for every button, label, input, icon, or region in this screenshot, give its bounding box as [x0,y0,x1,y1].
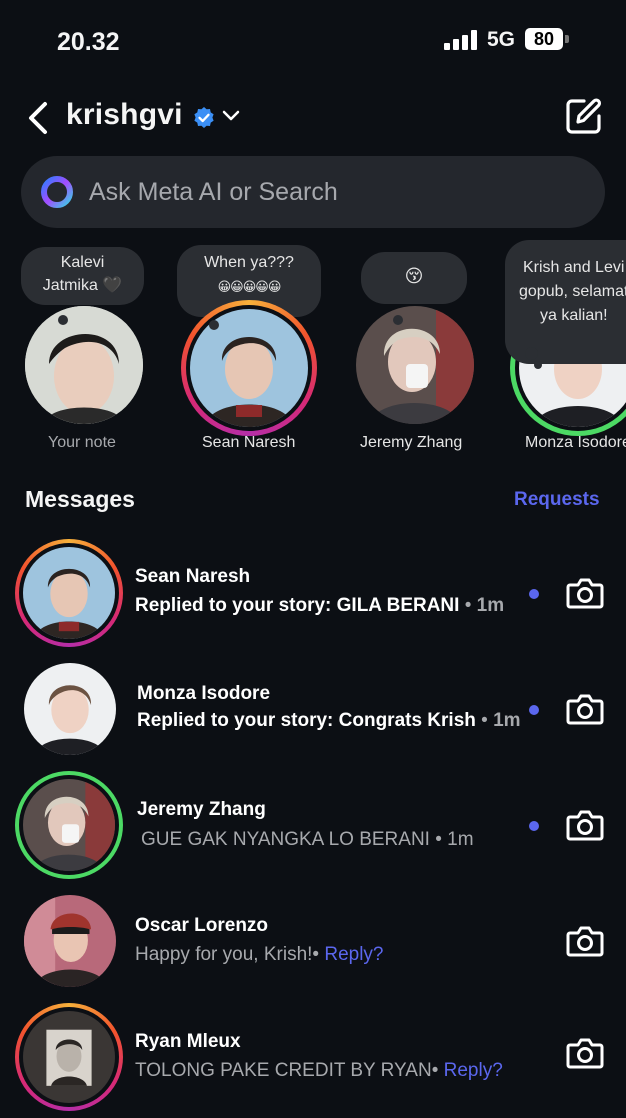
unread-dot [529,821,539,831]
thread-preview: GUE GAK NYANGKA LO BERANI • 1m [141,829,474,850]
avatar-photo [23,1011,115,1103]
thread-name: Jeremy Zhang [137,799,266,820]
avatar [23,547,115,639]
note-name: Jeremy Zhang [360,434,463,451]
avatar-photo [356,306,474,424]
avatar-photo [24,663,116,755]
note-bubble-tail [393,315,403,325]
note-bubble[interactable]: Krish and Levi gopub, selamat ya kalian! [505,240,626,364]
messages-heading: Messages [25,486,135,512]
avatar-photo [25,306,143,424]
thread-name: Sean Naresh [135,566,251,587]
avatar-photo [24,895,116,987]
note-bubble[interactable]: 😚 [361,252,467,304]
status-bar: 20.32 5G 80 [0,0,626,80]
avatar-photo [23,547,115,639]
thread-preview: Happy for you, Krish!• Reply? [135,944,384,965]
note-bubble-tail [534,361,542,369]
camera-icon[interactable] [566,692,604,726]
note-name: Monza Isodore [525,434,626,451]
battery-icon: 80 [525,28,563,50]
note-bubble-tail [525,347,538,360]
requests-link[interactable]: Requests [514,489,600,511]
avatar[interactable] [25,306,143,424]
search-input[interactable]: Ask Meta AI or Search [89,178,338,207]
reply-link[interactable]: Reply? [444,1060,503,1081]
note-bubble[interactable]: Kalevi Jatmika 🖤 [21,247,144,305]
thread-preview: Replied to your story: GILA BERANI • 1m [135,595,505,616]
thread-name: Ryan Mleux [135,1031,241,1052]
avatar [23,779,115,871]
thread-preview: Replied to your story: Congrats Krish • … [137,710,521,731]
note-bubble-tail [209,320,219,330]
camera-icon[interactable] [566,808,604,842]
camera-icon[interactable] [566,924,604,958]
note-bubble-tail [58,315,68,325]
network-type: 5G [487,28,516,51]
unread-dot [529,705,539,715]
camera-icon[interactable] [566,576,604,610]
avatar-photo [23,779,115,871]
avatar [23,1011,115,1103]
chevron-down-icon[interactable] [222,109,240,123]
avatar [24,895,116,987]
thread-name: Oscar Lorenzo [135,915,269,936]
compose-icon[interactable] [564,96,604,136]
thread-preview: TOLONG PAKE CREDIT BY RYAN• Reply? [135,1060,503,1081]
status-time: 20.32 [57,28,120,56]
unread-dot [529,589,539,599]
signal-icon [444,30,478,50]
avatar[interactable] [190,309,308,427]
avatar [24,663,116,755]
avatar-photo [190,309,308,427]
camera-icon[interactable] [566,1036,604,1070]
thread-name: Monza Isodore [137,683,271,704]
note-name: Your note [48,434,116,451]
reply-link[interactable]: Reply? [324,944,383,965]
account-name[interactable]: krishgvi [66,98,183,132]
note-name: Sean Naresh [202,434,296,451]
battery-tip [565,35,569,43]
avatar[interactable] [356,306,474,424]
back-arrow-icon[interactable] [25,100,55,136]
meta-ai-icon[interactable] [40,175,74,209]
verified-badge-icon [194,107,214,128]
